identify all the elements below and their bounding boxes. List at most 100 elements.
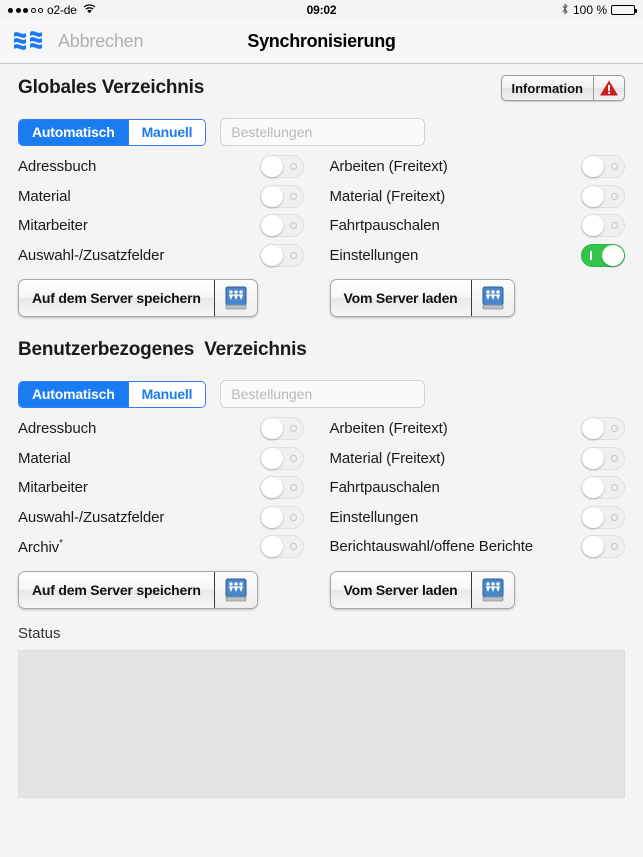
network-drive-icon	[471, 571, 514, 608]
switch-label: Material	[18, 187, 71, 205]
information-button[interactable]: Information	[500, 75, 625, 101]
switch-row: Arbeiten (Freitext)	[322, 414, 625, 444]
switch-row: Auswahl-/Zusatzfelder	[18, 241, 322, 271]
load-button-cell-user: Vom Server laden	[322, 570, 515, 609]
switch-column-left-global: Adressbuch Material Mitarbeiter Auswahl-…	[18, 152, 322, 270]
archiv-footnote-marker: *	[59, 537, 63, 549]
battery-percentage: 100 %	[572, 3, 607, 17]
switch-label: Berichtauswahl/offene Berichte	[329, 538, 534, 556]
switch-row: Mitarbeiter	[18, 473, 322, 503]
server-buttons-user: Auf dem Server speichern Vom Server lade…	[18, 562, 625, 618]
switch-column-right-user: Arbeiten (Freitext) Material (Freitext) …	[322, 414, 625, 562]
switch-label: Material	[18, 449, 71, 467]
segmented-control-user[interactable]: Automatisch Manuell	[18, 380, 207, 408]
toggle-switch[interactable]	[259, 505, 304, 529]
toggle-switch[interactable]	[259, 184, 304, 208]
save-to-server-button-user[interactable]: Auf dem Server speichern	[18, 570, 258, 609]
switch-column-left-user: Adressbuch Material Mitarbeiter Auswahl-…	[18, 414, 322, 562]
switch-row: Material	[18, 182, 322, 212]
switch-label: Auswahl-/Zusatzfelder	[18, 508, 165, 526]
toggle-switch[interactable]	[259, 476, 304, 500]
toggle-switch[interactable]	[259, 446, 304, 470]
status-label: Status	[18, 625, 61, 642]
switch-grid-user: Adressbuch Material Mitarbeiter Auswahl-…	[18, 414, 625, 562]
switch-label: Arbeiten (Freitext)	[329, 158, 448, 176]
toggle-switch[interactable]	[259, 535, 304, 559]
app-logo-icon	[12, 28, 46, 56]
toggle-switch[interactable]	[259, 155, 304, 179]
cancel-button[interactable]: Abbrechen	[58, 31, 143, 52]
main-content: Globales Verzeichnis Information Automat…	[0, 64, 643, 798]
switch-label: Fahrtpauschalen	[329, 217, 440, 235]
section-user-directory: Benutzerbezogenes Verzeichnis Automatisc…	[18, 326, 625, 618]
section-title-user: Benutzerbezogenes Verzeichnis	[18, 339, 307, 360]
toggle-switch[interactable]	[581, 184, 625, 208]
status-bar: o2-de 09:02 100 %	[0, 0, 643, 20]
toggle-switch[interactable]	[581, 155, 625, 179]
switch-label: Fahrtpauschalen	[329, 479, 440, 497]
switch-row: Material (Freitext)	[322, 444, 625, 474]
information-button-label: Information	[502, 76, 594, 100]
warning-triangle-icon	[594, 76, 624, 100]
load-from-server-button-global[interactable]: Vom Server laden	[329, 279, 515, 317]
toggle-switch[interactable]	[581, 535, 625, 559]
switch-grid-global: Adressbuch Material Mitarbeiter Auswahl-…	[18, 152, 625, 270]
switch-row: Einstellungen	[322, 241, 625, 271]
switch-row: Adressbuch	[18, 414, 322, 444]
section-title-global: Globales Verzeichnis	[18, 77, 205, 98]
switch-label: Material (Freitext)	[329, 187, 446, 205]
switch-label: Mitarbeiter	[18, 217, 88, 235]
status-bar-right: 100 %	[561, 3, 637, 18]
order-input-global[interactable]	[220, 118, 426, 146]
switch-label: Mitarbeiter	[18, 479, 88, 497]
network-drive-icon	[214, 571, 257, 608]
section-global-directory: Globales Verzeichnis Information Automat…	[18, 64, 625, 326]
save-to-server-label: Auf dem Server speichern	[19, 571, 215, 608]
switch-label: Auswahl-/Zusatzfelder	[18, 246, 165, 264]
switch-row: Fahrtpauschalen	[322, 211, 625, 241]
status-textarea[interactable]	[18, 649, 625, 798]
switch-label: Adressbuch	[18, 158, 97, 176]
battery-icon	[611, 5, 637, 15]
save-to-server-button-global[interactable]: Auf dem Server speichern	[18, 279, 258, 317]
switch-label: Material (Freitext)	[329, 449, 446, 467]
toggle-switch[interactable]	[581, 476, 625, 500]
section-header-user: Benutzerbezogenes Verzeichnis	[18, 326, 625, 374]
toggle-switch[interactable]	[581, 505, 625, 529]
switch-column-right-global: Arbeiten (Freitext) Material (Freitext) …	[322, 152, 625, 271]
load-from-server-button-user[interactable]: Vom Server laden	[329, 570, 515, 609]
switch-label: Arbeiten (Freitext)	[329, 420, 448, 438]
switch-row: Material (Freitext)	[322, 182, 625, 212]
toggle-switch[interactable]	[581, 417, 625, 441]
switch-row: Material	[18, 444, 322, 474]
switch-row: Mitarbeiter	[18, 211, 322, 241]
segment-manuell-user[interactable]: Manuell	[127, 381, 206, 407]
switch-row: Archiv*	[18, 532, 322, 562]
load-button-cell-global: Vom Server laden	[322, 279, 515, 317]
order-input-user[interactable]	[220, 380, 426, 408]
toggle-switch[interactable]	[581, 214, 625, 238]
load-from-server-label: Vom Server laden	[331, 571, 472, 608]
toggle-switch[interactable]	[259, 417, 304, 441]
toggle-switch[interactable]	[581, 243, 625, 267]
segmented-control-global[interactable]: Automatisch Manuell	[18, 118, 207, 146]
save-to-server-label: Auf dem Server speichern	[19, 280, 215, 316]
switch-row: Einstellungen	[322, 503, 625, 533]
toggle-switch[interactable]	[581, 446, 625, 470]
switch-label: Einstellungen	[329, 508, 419, 526]
switch-row: Arbeiten (Freitext)	[322, 152, 625, 182]
server-buttons-global: Auf dem Server speichern Vom Server lade…	[18, 270, 625, 326]
switch-label: Einstellungen	[329, 246, 419, 264]
load-from-server-label: Vom Server laden	[331, 280, 472, 316]
switch-label: Adressbuch	[18, 420, 97, 438]
network-drive-icon	[214, 280, 257, 316]
segment-automatisch-user[interactable]: Automatisch	[19, 381, 128, 407]
status-bar-time: 09:02	[306, 3, 337, 17]
signal-strength-icon	[8, 7, 43, 13]
switch-row: Fahrtpauschalen	[322, 473, 625, 503]
switch-row: Auswahl-/Zusatzfelder	[18, 503, 322, 533]
segment-manuell-global[interactable]: Manuell	[127, 119, 206, 145]
segment-automatisch-global[interactable]: Automatisch	[19, 119, 128, 145]
toggle-switch[interactable]	[259, 243, 304, 267]
toggle-switch[interactable]	[259, 214, 304, 238]
